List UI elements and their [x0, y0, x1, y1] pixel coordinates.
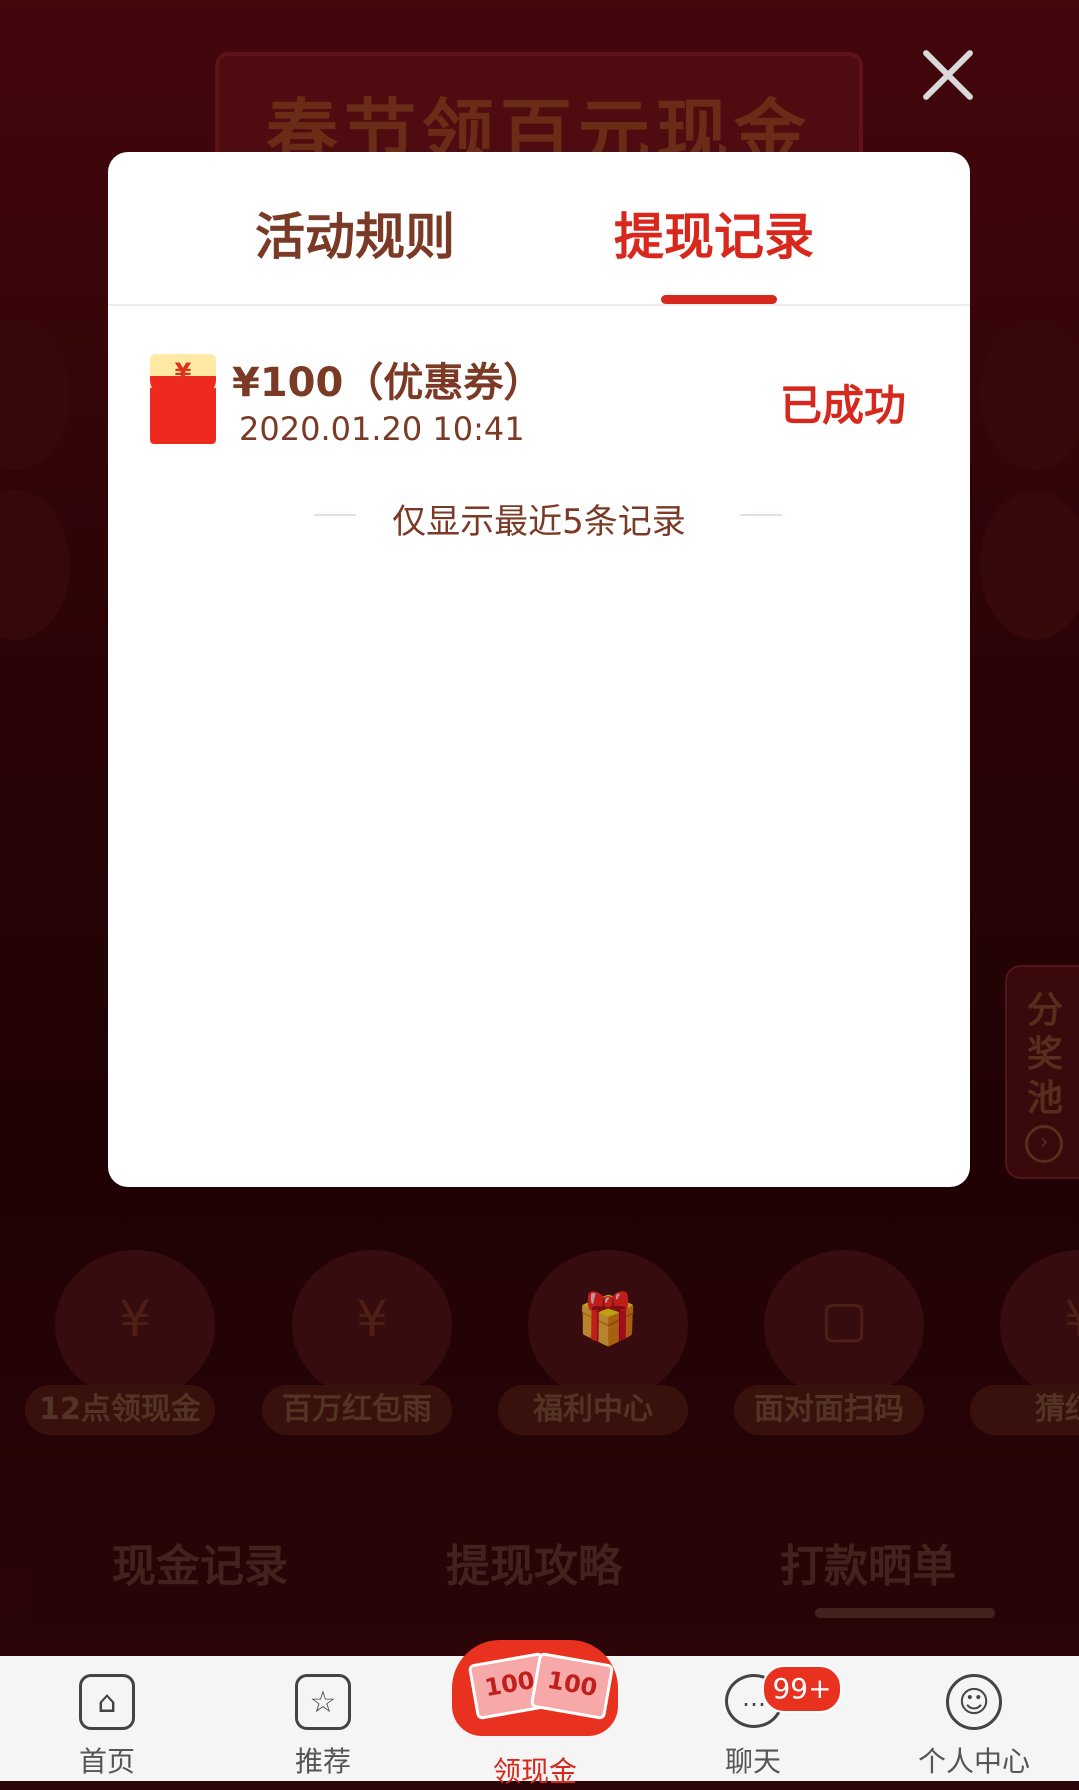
tab-divider: [108, 304, 970, 306]
nav-home[interactable]: ⌂ 首页: [37, 1674, 177, 1781]
nav-profile[interactable]: ☺ 个人中心: [904, 1674, 1044, 1781]
nav-label: 推荐: [294, 1745, 351, 1778]
footnote-text: 仅显示最近5条记录: [392, 502, 686, 542]
unread-badge: 99+: [762, 1665, 842, 1713]
home-icon: ⌂: [79, 1674, 135, 1730]
record-status: 已成功: [780, 381, 907, 430]
nav-label: 个人中心: [917, 1745, 1030, 1778]
star-icon: ☆: [295, 1674, 351, 1730]
red-packet-icon: ¥: [150, 354, 216, 444]
divider-right: [740, 514, 782, 516]
record-amount: ¥100（优惠券）: [232, 360, 544, 406]
tab-activity-rules[interactable]: 活动规则: [255, 197, 455, 269]
active-tab-indicator: [661, 295, 777, 304]
records-footnote: 仅显示最近5条记录: [108, 490, 970, 542]
close-icon[interactable]: [918, 45, 978, 105]
records-modal: 活动规则 提现记录 ¥ ¥100（优惠券） 2020.01.20 10:41 已…: [108, 152, 970, 1187]
list-item: ¥ ¥100（优惠券） 2020.01.20 10:41 已成功: [108, 342, 970, 452]
nav-label: 首页: [78, 1745, 135, 1778]
nav-recommend[interactable]: ☆ 推荐: [253, 1674, 393, 1781]
nav-label: 聊天: [724, 1745, 781, 1778]
profile-icon: ☺: [946, 1674, 1002, 1730]
tab-withdraw-records[interactable]: 提现记录: [614, 197, 814, 269]
nav-label: 领现金: [492, 1755, 577, 1788]
record-time: 2020.01.20 10:41: [239, 410, 525, 448]
bill-icon: 100: [529, 1651, 615, 1721]
cash-red-packet-icon: 100 100: [452, 1640, 618, 1736]
nav-get-cash[interactable]: 100 100 领现金: [440, 1630, 630, 1788]
